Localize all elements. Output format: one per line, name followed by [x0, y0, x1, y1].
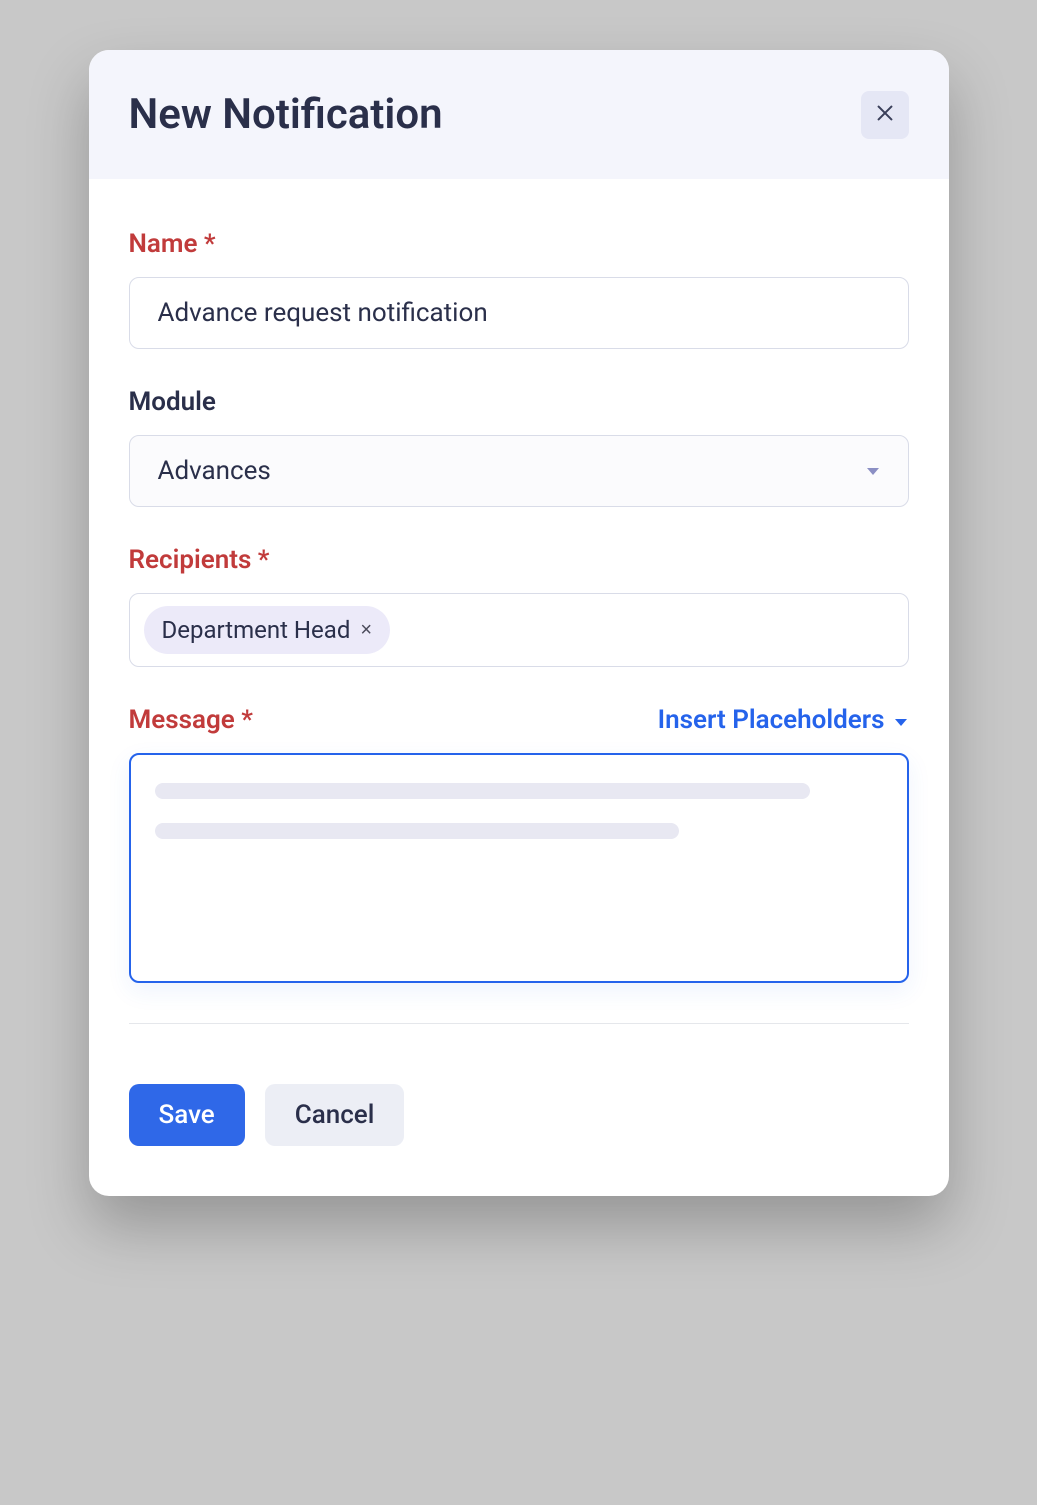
message-label-row: Message Insert Placeholders: [129, 705, 909, 735]
insert-placeholders-button[interactable]: Insert Placeholders: [658, 705, 909, 735]
recipients-field-group: Recipients Department Head ×: [129, 545, 909, 667]
message-field-group: Message Insert Placeholders: [129, 705, 909, 983]
recipient-tag-label: Department Head: [162, 616, 351, 644]
modal-footer: Save Cancel: [89, 1084, 949, 1196]
name-label: Name: [129, 229, 909, 259]
module-select-value: Advances: [158, 456, 271, 486]
name-input[interactable]: [129, 277, 909, 349]
close-icon: [874, 102, 896, 127]
chevron-down-icon: [893, 705, 909, 735]
modal-title: New Notification: [129, 90, 443, 139]
save-button[interactable]: Save: [129, 1084, 245, 1146]
message-textarea[interactable]: [129, 753, 909, 983]
module-select[interactable]: Advances: [129, 435, 909, 507]
module-select-wrapper: Advances: [129, 435, 909, 507]
recipients-input[interactable]: Department Head ×: [129, 593, 909, 667]
insert-placeholders-label: Insert Placeholders: [658, 705, 885, 735]
cancel-button[interactable]: Cancel: [265, 1084, 405, 1146]
module-label: Module: [129, 387, 909, 417]
placeholder-line: [155, 783, 810, 799]
name-field-group: Name: [129, 229, 909, 349]
message-label: Message: [129, 705, 253, 735]
close-icon: ×: [360, 619, 372, 641]
divider: [129, 1023, 909, 1024]
recipients-label: Recipients: [129, 545, 909, 575]
module-field-group: Module Advances: [129, 387, 909, 507]
modal-header: New Notification: [89, 50, 949, 179]
tag-remove-button[interactable]: ×: [360, 620, 372, 640]
close-button[interactable]: [861, 91, 909, 139]
placeholder-line: [155, 823, 679, 839]
recipient-tag: Department Head ×: [144, 606, 391, 654]
modal-body: Name Module Advances Recipients Depart: [89, 179, 949, 1084]
new-notification-modal: New Notification Name Module Advances: [89, 50, 949, 1196]
